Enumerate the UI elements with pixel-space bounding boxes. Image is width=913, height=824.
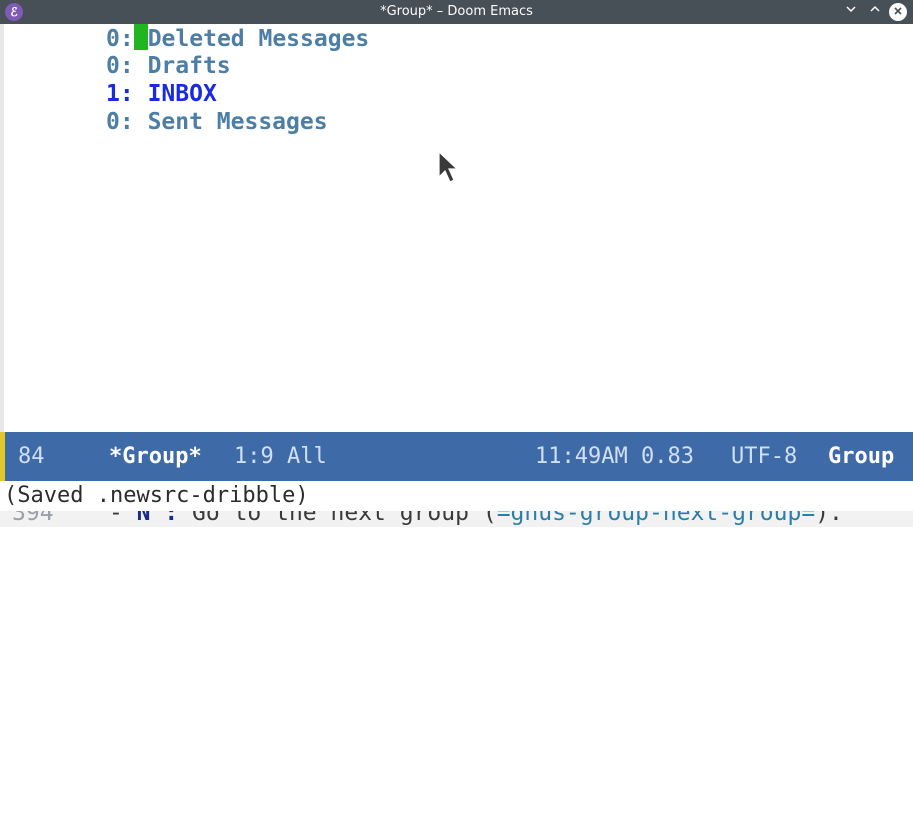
group-line-inbox[interactable]: 1: INBOX: [106, 80, 369, 108]
group-line-deleted-messages[interactable]: 0: Deleted Messages: [106, 24, 369, 52]
minimize-button[interactable]: [841, 2, 861, 22]
group-list: 0: Deleted Messages 0: Drafts 1: INBOX 0:…: [106, 24, 369, 136]
keybinding: N :: [136, 511, 179, 526]
function-name: =gnus-group-next-group=: [496, 511, 816, 526]
lock-icon: [78, 443, 151, 522]
group-name: Sent Messages: [147, 109, 328, 135]
title-bar: ℰ *Group* – Doom Emacs: [0, 0, 913, 24]
group-count: 0:: [106, 109, 134, 135]
group-line-sent-messages[interactable]: 0: Sent Messages: [106, 108, 369, 136]
background-window: 394 - N : Go to the next group (=gnus-gr…: [0, 511, 913, 527]
buffer-name: *Group*: [109, 444, 202, 469]
group-count: 0:: [106, 26, 134, 52]
maximize-button[interactable]: [865, 2, 885, 22]
group-count: 1:: [106, 81, 134, 107]
group-name: INBOX: [147, 81, 217, 107]
group-line-drafts[interactable]: 0: Drafts: [106, 52, 369, 80]
encoding[interactable]: UTF-8: [731, 432, 797, 481]
time-and-load: 11:49AM 0.83: [535, 444, 694, 469]
mouse-pointer-icon: [438, 151, 459, 183]
text-mid: Go to the next group (: [178, 511, 497, 526]
window-title: *Group* – Doom Emacs: [380, 4, 533, 19]
group-name: Drafts: [147, 53, 231, 79]
close-icon: [894, 7, 902, 15]
close-button[interactable]: [889, 3, 907, 21]
chevron-down-icon: [846, 6, 856, 13]
group-count: 0:: [106, 53, 134, 79]
echo-area: (Saved .newsrc-dribble): [0, 481, 913, 511]
line-count: 84: [18, 444, 45, 469]
text-suffix: ).: [815, 511, 843, 526]
text-prefix: -: [108, 511, 137, 526]
cursor-position: 1:9 All: [234, 444, 327, 469]
group-buffer[interactable]: 0: Deleted Messages 0: Drafts 1: INBOX 0:…: [0, 24, 913, 432]
major-mode[interactable]: Group: [828, 432, 894, 481]
text-cursor: [133, 24, 148, 50]
background-text-line: 394 - N : Go to the next group (=gnus-gr…: [12, 511, 843, 525]
line-number: 394: [12, 511, 54, 526]
group-name: Deleted Messages: [147, 26, 370, 52]
chevron-up-icon: [870, 5, 880, 12]
mode-line: 84 *Group* 1:9 All 11:49AM 0.83 UTF-8 Gr…: [0, 432, 913, 522]
